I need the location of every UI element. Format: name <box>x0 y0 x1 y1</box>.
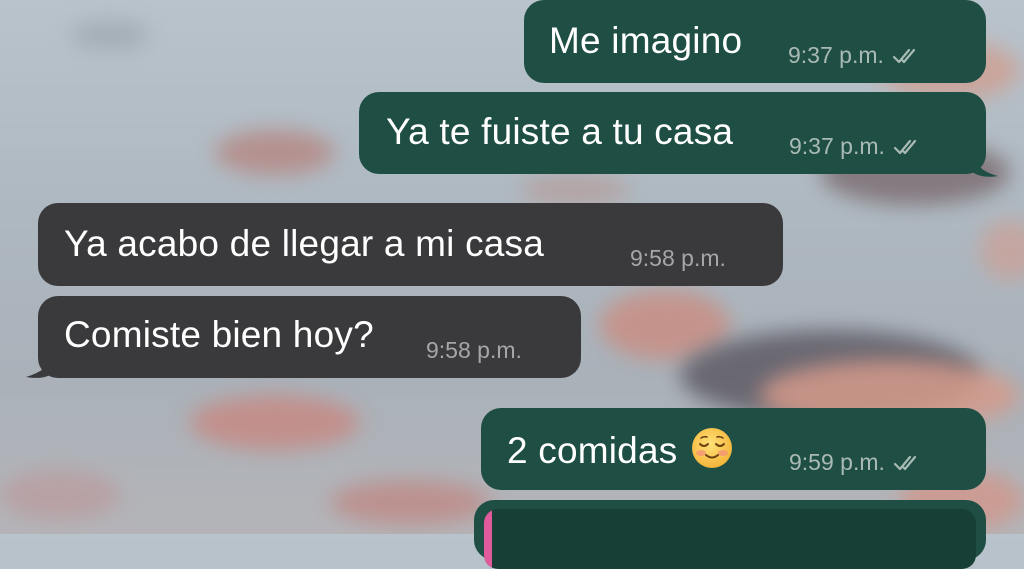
message-time: 9:37 p.m. <box>788 42 884 68</box>
message-time: 9:59 p.m. <box>789 449 885 475</box>
message-text-content: 2 comidas <box>507 430 678 471</box>
message-bubble-incoming[interactable]: Comiste bien hoy? 9:58 p.m. <box>38 296 581 378</box>
message-meta: 9:37 p.m. <box>788 42 922 70</box>
wallpaper-cloud <box>190 395 360 450</box>
message-time: 9:58 p.m. <box>630 245 726 271</box>
relieved-smiling-face-icon <box>691 427 733 469</box>
message-text: Me imagino <box>549 20 743 61</box>
message-bubble-incoming[interactable]: Ya acabo de llegar a mi casa 9:58 p.m. <box>38 203 783 286</box>
message-text: Ya te fuiste a tu casa <box>386 111 734 152</box>
message-bubble-outgoing[interactable]: Me imagino 9:37 p.m. <box>524 0 986 83</box>
double-check-icon <box>892 44 922 70</box>
message-meta: 9:59 p.m. <box>789 449 923 477</box>
wallpaper-cloud <box>0 470 120 520</box>
message-time: 9:37 p.m. <box>789 133 885 159</box>
wallpaper-cloud <box>980 220 1024 280</box>
message-text: 2 comidas <box>507 427 733 472</box>
wallpaper-cloud <box>70 20 150 50</box>
double-check-icon <box>893 451 923 477</box>
wallpaper-cloud <box>330 480 490 525</box>
message-text: Ya acabo de llegar a mi casa <box>64 223 545 264</box>
wallpaper-cloud <box>215 130 335 175</box>
wallpaper-cloud <box>520 175 630 205</box>
message-text: Comiste bien hoy? <box>64 314 374 355</box>
message-meta: 9:37 p.m. <box>789 133 923 161</box>
bubble-tail <box>26 352 54 378</box>
bubble-tail <box>970 150 998 177</box>
message-bubble-outgoing[interactable]: Ya te fuiste a tu casa 9:37 p.m. <box>359 92 986 174</box>
message-bubble-outgoing[interactable]: 2 comidas 9:59 p.m. <box>481 408 986 490</box>
quoted-message-preview[interactable] <box>484 509 976 569</box>
double-check-icon <box>893 135 923 161</box>
message-time: 9:58 p.m. <box>426 337 522 363</box>
quote-accent-bar <box>484 509 492 569</box>
message-bubble-outgoing-partial[interactable] <box>474 500 986 569</box>
